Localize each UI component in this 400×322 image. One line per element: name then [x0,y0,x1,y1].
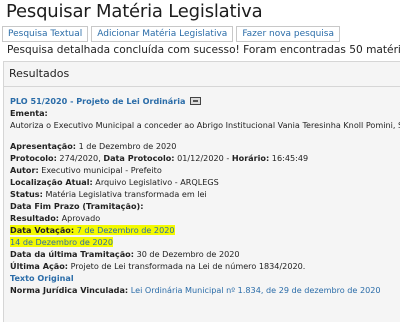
data-fim-prazo-label: Data Fim Prazo (Tramitação): [10,201,144,211]
resultado-label: Resultado: [10,213,59,223]
data-ultima-tramitacao-label: Data da última Tramitação: [10,249,134,259]
tab-adicionar-materia[interactable]: Adicionar Matéria Legislativa [91,26,234,42]
autor-label: Autor: [10,165,39,175]
ementa-text-row: Autoriza o Executivo Municipal a concede… [10,120,400,131]
ultima-acao-label: Última Ação: [10,261,69,271]
result-title-link[interactable]: PLO 51/2020 - Projeto de Lei Ordinária [10,96,185,106]
data-votacao-value-2[interactable]: 14 de Dezembro de 2020 [10,237,113,247]
results-panel: Resultados PLO 51/2020 - Projeto de Lei … [3,61,400,322]
tab-nova-pesquisa[interactable]: Fazer nova pesquisa [236,26,340,42]
localizacao-value: Arquivo Legislativo - ARQLEGS [95,177,219,187]
localizacao-row: Localização Atual: Arquivo Legislativo -… [10,177,219,188]
ementa-text: Autoriza o Executivo Municipal a concede… [10,120,400,130]
results-header: Resultados [4,62,400,87]
ementa-label-row: Ementa: [10,108,48,119]
data-protocolo-label: Data Protocolo: [103,153,175,163]
document-icon[interactable] [190,97,202,105]
tab-bar: Pesquisa Textual Adicionar Matéria Legis… [2,26,343,42]
status-label: Status: [10,189,43,199]
horario-label: Horário: [231,153,270,163]
autor-row: Autor: Executivo municipal - Prefeito [10,165,162,176]
data-votacao-label: Data Votação: [10,225,75,235]
ultima-acao-row: Última Ação: Projeto de Lei transformada… [10,261,305,272]
localizacao-label: Localização Atual: [10,177,93,187]
protocolo-row: Protocolo: 274/2020, Data Protocolo: 01/… [10,153,308,164]
autor-value: Executivo municipal - Prefeito [41,165,162,175]
norma-link[interactable]: Lei Ordinária Municipal nº 1.834, de 29 … [131,285,381,295]
status-value: Matéria Legislativa transformada em lei [45,189,207,199]
norma-row: Norma Jurídica Vinculada: Lei Ordinária … [10,285,381,296]
norma-label: Norma Jurídica Vinculada: [10,285,129,295]
result-title-row: PLO 51/2020 - Projeto de Lei Ordinária [10,96,202,107]
data-ultima-tramitacao-value: 30 de Dezembro de 2020 [136,249,240,259]
protocolo-label: Protocolo: [10,153,57,163]
resultado-row: Resultado: Aprovado [10,213,100,224]
data-votacao-row-2: 14 de Dezembro de 2020 [10,237,113,248]
success-message: Pesquisa detalhada concluída com sucesso… [7,44,400,56]
apresentacao-label: Apresentação: [10,141,76,151]
texto-original-link[interactable]: Texto Original [10,273,74,283]
tab-pesquisa-textual[interactable]: Pesquisa Textual [2,26,89,42]
resultado-value: Aprovado [61,213,101,223]
horario-separator: - [226,153,230,163]
status-row: Status: Matéria Legislativa transformada… [10,189,207,200]
data-protocolo-value: 01/12/2020 [177,153,224,163]
protocolo-value: 274/2020, [59,153,101,163]
data-ultima-tramitacao-row: Data da última Tramitação: 30 de Dezembr… [10,249,240,260]
horario-value: 16:45:49 [271,153,309,163]
data-votacao-row: Data Votação: 7 de Dezembro de 2020 [10,225,175,236]
ultima-acao-value: Projeto de Lei transformada na Lei de nú… [70,261,306,271]
apresentacao-row: Apresentação: 1 de Dezembro de 2020 [10,141,176,152]
page-title: Pesquisar Matéria Legislativa [6,1,263,22]
apresentacao-value: 1 de Dezembro de 2020 [78,141,177,151]
ementa-label: Ementa: [10,108,48,118]
texto-original-row: Texto Original [10,273,74,284]
data-fim-prazo-row: Data Fim Prazo (Tramitação): [10,201,143,212]
data-votacao-value[interactable]: 7 de Dezembro de 2020 [77,225,175,235]
